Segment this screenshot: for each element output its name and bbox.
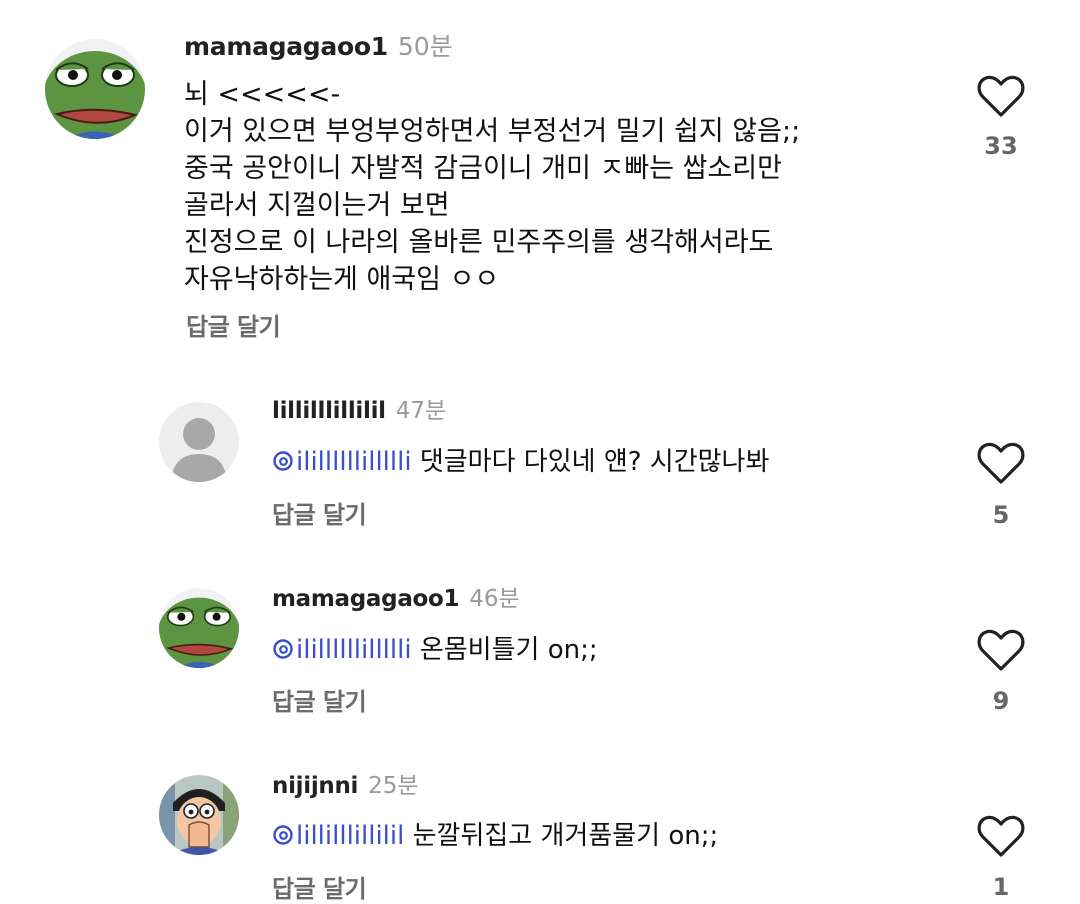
comment-header: mamagagaoo1 46분 [272, 588, 520, 611]
comment-item: mamagagaoo1 50분 뇌 <<<<<- 이거 있으면 부엉부엉하면서 부… [0, 0, 1080, 360]
timestamp: 46분 [469, 586, 520, 612]
like-button[interactable] [976, 440, 1026, 486]
reply-button[interactable]: 답글 달기 [272, 869, 367, 904]
comment-text: ilillllllillllli 온몸비틀기 on;; [272, 632, 598, 668]
comment-line: 이거 있으면 부엉부엉하면서 부정선거 밀기 쉽지 않음;; [184, 116, 801, 147]
reply-button[interactable]: 답글 달기 [272, 495, 367, 530]
threads-icon [273, 451, 293, 471]
username[interactable]: nijijnni [272, 773, 358, 799]
comment-message: 눈깔뒤집고 개거품물기 on;; [412, 821, 719, 851]
comment-message: 온몸비틀기 on;; [419, 635, 598, 665]
comment-line: 뇌 <<<<<- [184, 79, 341, 110]
avatar[interactable] [159, 775, 239, 855]
timestamp: 50분 [397, 32, 453, 61]
like-count: 33 [984, 132, 1018, 160]
comment-line: 진정으로 이 나라의 올바른 민주주의를 생각해서라도 [184, 227, 774, 258]
mention-link[interactable]: lillilllillilil [272, 821, 404, 851]
username[interactable]: mamagagaoo1 [272, 586, 460, 612]
threads-icon [273, 639, 293, 659]
comment-line: 골라서 지껄이는거 보면 [184, 190, 450, 221]
heart-icon [977, 442, 1025, 484]
avatar[interactable] [45, 39, 145, 139]
comment-message: 댓글마다 다있네 얜? 시간많나봐 [419, 447, 770, 477]
default-avatar-icon [159, 402, 239, 482]
avatar[interactable] [159, 588, 239, 668]
mention-username[interactable]: lillilllillilil [296, 821, 404, 851]
reply-item: mamagagaoo1 46분 ilillllllillllli 온몸비틀기 on… [0, 560, 1080, 740]
reply-button[interactable]: 답글 달기 [186, 307, 281, 342]
heart-icon [977, 629, 1025, 671]
username[interactable]: mamagagaoo1 [184, 32, 388, 61]
comment-header: lillilllillilil 47분 [272, 400, 446, 423]
frog-avatar-icon [45, 39, 145, 139]
avatar[interactable] [159, 402, 239, 482]
comment-text: lillilllillilil 눈깔뒤집고 개거품물기 on;; [272, 818, 718, 854]
heart-icon [977, 75, 1025, 117]
timestamp: 25분 [368, 773, 419, 799]
comment-text: 뇌 <<<<<- 이거 있으면 부엉부엉하면서 부정선거 밀기 쉽지 않음;; … [184, 76, 800, 298]
cartoon-avatar-icon [159, 775, 239, 855]
like-count: 5 [992, 501, 1010, 529]
heart-icon [977, 815, 1025, 857]
mention-link[interactable]: ilillllllillllli [272, 635, 412, 665]
mention-link[interactable]: ilillllllillllli [272, 447, 412, 477]
comment-text: ilillllllillllli 댓글마다 다있네 얜? 시간많나봐 [272, 444, 769, 480]
like-button[interactable] [976, 627, 1026, 673]
like-count: 9 [992, 687, 1010, 715]
reply-button[interactable]: 답글 달기 [272, 682, 367, 717]
username[interactable]: lillilllillilil [272, 398, 386, 424]
mention-username[interactable]: ilillllllillllli [296, 635, 412, 665]
like-count: 1 [992, 873, 1010, 901]
threads-icon [273, 825, 293, 845]
like-button[interactable] [976, 813, 1026, 859]
reply-item: lillilllillilil 47분 ilillllllillllli 댓글마다… [0, 360, 1080, 540]
like-button[interactable] [976, 73, 1026, 119]
comment-header: mamagagaoo1 50분 [184, 34, 453, 59]
comment-line: 중국 공안이니 자발적 감금이니 개미 ㅈ빠는 쌉소리만 [184, 153, 782, 184]
reply-item: nijijnni 25분 lillilllillilil 눈깔뒤집고 개거품물기 … [0, 745, 1080, 904]
timestamp: 47분 [395, 398, 447, 424]
comment-header: nijijnni 25분 [272, 775, 419, 798]
frog-avatar-icon [159, 588, 239, 668]
mention-username[interactable]: ilillllllillllli [296, 447, 412, 477]
comment-line: 자유낙하하는게 애국임 ㅇㅇ [184, 264, 500, 295]
